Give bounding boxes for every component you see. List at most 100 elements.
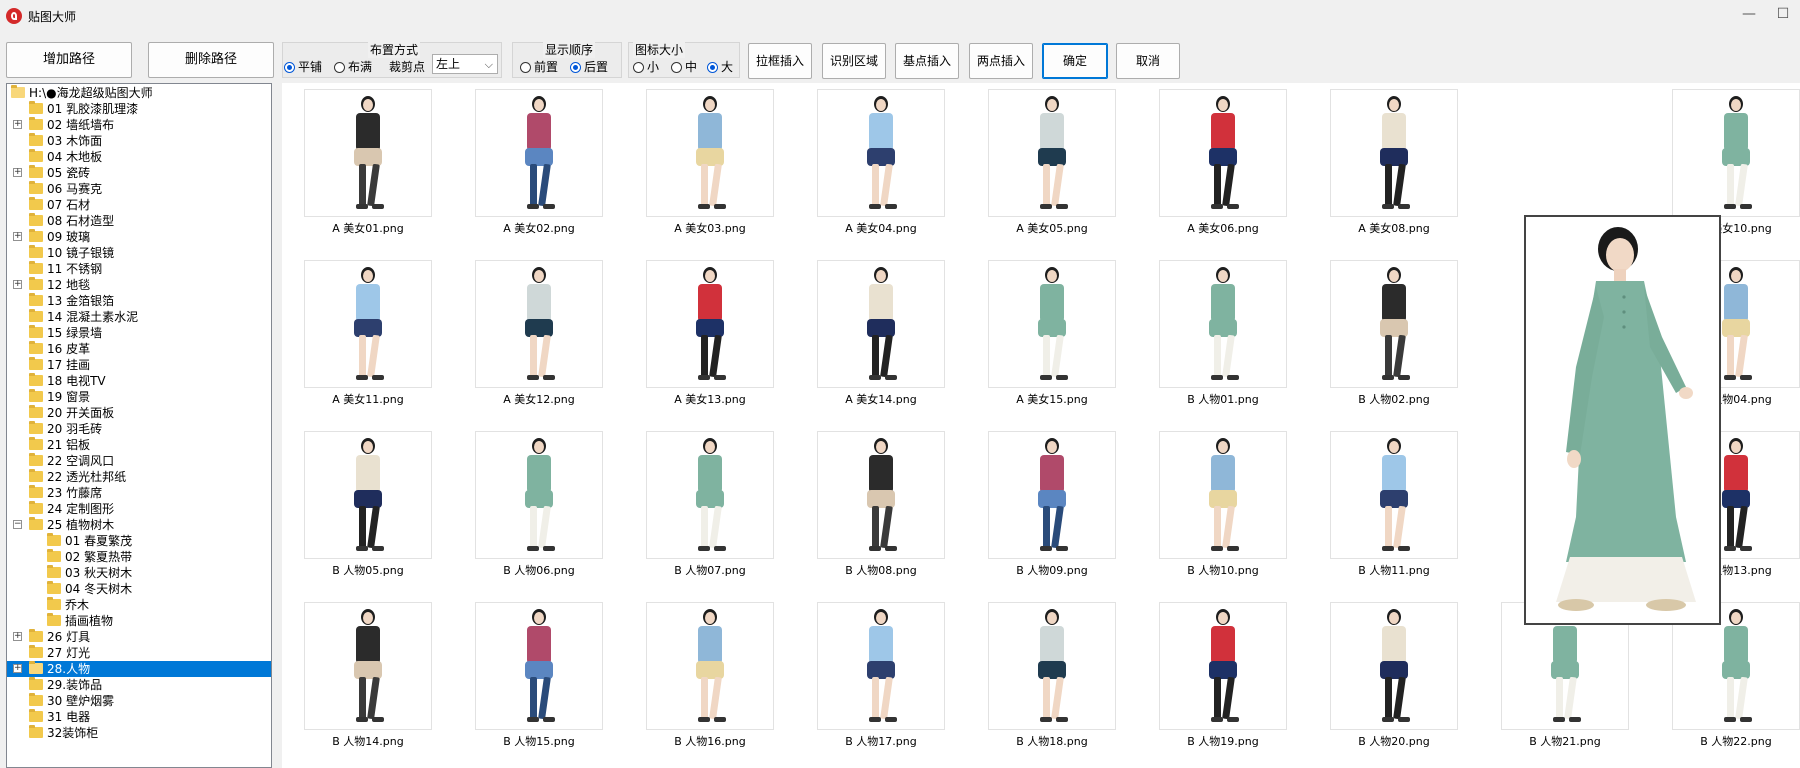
thumbnail-image[interactable]: [304, 260, 432, 388]
size-medium-radio[interactable]: 中: [671, 58, 697, 75]
tree-item[interactable]: 17 挂画: [7, 357, 271, 373]
basepoint-insert-button[interactable]: 基点插入: [895, 43, 959, 79]
tree-item[interactable]: +05 瓷砖: [7, 165, 271, 181]
thumbnail-image[interactable]: [646, 89, 774, 217]
tree-item[interactable]: 插画植物: [7, 613, 271, 629]
expand-icon[interactable]: +: [13, 120, 22, 129]
thumbnail-image[interactable]: [646, 602, 774, 730]
tree-item[interactable]: 22 空调风口: [7, 453, 271, 469]
twopoint-insert-button[interactable]: 两点插入: [969, 43, 1033, 79]
tree-item[interactable]: 13 金箔银箔: [7, 293, 271, 309]
crop-point-select[interactable]: 左上 ⌵: [432, 54, 498, 74]
thumbnail-image[interactable]: [1330, 89, 1458, 217]
tree-item[interactable]: 01 乳胶漆肌理漆: [7, 101, 271, 117]
expand-icon[interactable]: +: [13, 632, 22, 641]
stretch-insert-button[interactable]: 拉框插入: [748, 43, 812, 79]
ok-button[interactable]: 确定: [1042, 43, 1108, 79]
thumbnail-image[interactable]: [646, 260, 774, 388]
thumbnail-image[interactable]: [988, 431, 1116, 559]
thumbnail-image[interactable]: [817, 260, 945, 388]
thumbnail-image[interactable]: [475, 89, 603, 217]
tree-item[interactable]: 20 羽毛砖: [7, 421, 271, 437]
thumbnail-image[interactable]: [988, 89, 1116, 217]
tree-item[interactable]: 07 石材: [7, 197, 271, 213]
tree-item[interactable]: 14 混凝土素水泥: [7, 309, 271, 325]
thumbnail-image[interactable]: [304, 89, 432, 217]
person-figure: [690, 609, 730, 725]
tree-item[interactable]: 15 绿景墙: [7, 325, 271, 341]
thumbnail-image[interactable]: [475, 260, 603, 388]
tree-item[interactable]: 03 木饰面: [7, 133, 271, 149]
tree-item-label: 28.人物: [47, 662, 91, 676]
thumbnail-image[interactable]: [1159, 431, 1287, 559]
tree-item[interactable]: 11 不锈钢: [7, 261, 271, 277]
tree-item[interactable]: 16 皮革: [7, 341, 271, 357]
thumbnail-image[interactable]: [817, 431, 945, 559]
order-front-radio[interactable]: 前置: [520, 58, 558, 75]
tree-item[interactable]: +12 地毯: [7, 277, 271, 293]
thumbnail-image[interactable]: [475, 431, 603, 559]
maximize-icon[interactable]: ☐: [1774, 6, 1792, 24]
tree-item[interactable]: 30 壁炉烟雾: [7, 693, 271, 709]
thumbnail-image[interactable]: [1330, 431, 1458, 559]
layout-tile-radio[interactable]: 平铺: [284, 58, 322, 75]
tree-item-label: 02 繁夏热带: [65, 550, 133, 564]
minimize-icon[interactable]: —: [1740, 6, 1758, 24]
tree-item[interactable]: − 25 植物树木: [7, 517, 271, 533]
delete-path-button[interactable]: 删除路径: [148, 42, 274, 78]
tree-item[interactable]: 10 镜子银镜: [7, 245, 271, 261]
recognize-area-button[interactable]: 识别区域: [822, 43, 886, 79]
tree-item[interactable]: 19 窗景: [7, 389, 271, 405]
thumbnail-image[interactable]: [988, 602, 1116, 730]
thumbnail-image[interactable]: [1159, 602, 1287, 730]
tree-item[interactable]: 31 电器: [7, 709, 271, 725]
tree-item[interactable]: 04 木地板: [7, 149, 271, 165]
thumbnail-image[interactable]: [475, 602, 603, 730]
thumbnail-image[interactable]: [304, 431, 432, 559]
size-small-radio[interactable]: 小: [633, 58, 659, 75]
tree-item[interactable]: 20 开关面板: [7, 405, 271, 421]
thumbnail-image[interactable]: [1330, 602, 1458, 730]
tree-item[interactable]: +02 墙纸墙布: [7, 117, 271, 133]
expand-icon[interactable]: +: [13, 664, 22, 673]
tree-item[interactable]: 24 定制图形: [7, 501, 271, 517]
tree-item[interactable]: 21 铝板: [7, 437, 271, 453]
tree-item[interactable]: 18 电视TV: [7, 373, 271, 389]
tree-item[interactable]: +28.人物: [7, 661, 271, 677]
add-path-button[interactable]: 增加路径: [6, 42, 132, 78]
tree-item[interactable]: 08 石材造型: [7, 213, 271, 229]
folder-icon: [47, 581, 61, 594]
expand-icon[interactable]: +: [13, 232, 22, 241]
size-large-radio[interactable]: 大: [707, 58, 733, 75]
thumbnail-image[interactable]: [817, 602, 945, 730]
collapse-icon[interactable]: −: [13, 520, 22, 529]
tree-item[interactable]: 02 繁夏热带: [7, 549, 271, 565]
thumbnail-image[interactable]: [1672, 89, 1800, 217]
layout-fill-radio[interactable]: 布满: [334, 58, 372, 75]
tree-item[interactable]: 23 竹藤席: [7, 485, 271, 501]
expand-icon[interactable]: +: [13, 280, 22, 289]
order-back-radio[interactable]: 后置: [570, 58, 608, 75]
thumbnail-image[interactable]: [646, 431, 774, 559]
tree-item[interactable]: 29.装饰品: [7, 677, 271, 693]
folder-tree[interactable]: H:\●海龙超级贴图大师 01 乳胶漆肌理漆 +02 墙纸墙布 03 木饰面 04 木地…: [6, 83, 272, 768]
tree-item[interactable]: 06 马赛克: [7, 181, 271, 197]
tree-item[interactable]: 27 灯光: [7, 645, 271, 661]
tree-item[interactable]: 01 春夏繁茂: [7, 533, 271, 549]
tree-item[interactable]: +09 玻璃: [7, 229, 271, 245]
thumbnail-image[interactable]: [1330, 260, 1458, 388]
tree-item[interactable]: 04 冬天树木: [7, 581, 271, 597]
thumbnail-image[interactable]: [304, 602, 432, 730]
tree-item[interactable]: 03 秋天树木: [7, 565, 271, 581]
thumbnail-image[interactable]: [988, 260, 1116, 388]
thumbnail-image[interactable]: [817, 89, 945, 217]
cancel-button[interactable]: 取消: [1116, 43, 1180, 79]
thumbnail-image[interactable]: [1159, 260, 1287, 388]
tree-item[interactable]: +26 灯具: [7, 629, 271, 645]
tree-item[interactable]: 22 透光杜邦纸: [7, 469, 271, 485]
tree-item[interactable]: 乔木: [7, 597, 271, 613]
expand-icon[interactable]: +: [13, 168, 22, 177]
tree-item[interactable]: 32装饰柜: [7, 725, 271, 741]
thumbnail-image[interactable]: [1159, 89, 1287, 217]
folder-icon: [29, 693, 43, 706]
